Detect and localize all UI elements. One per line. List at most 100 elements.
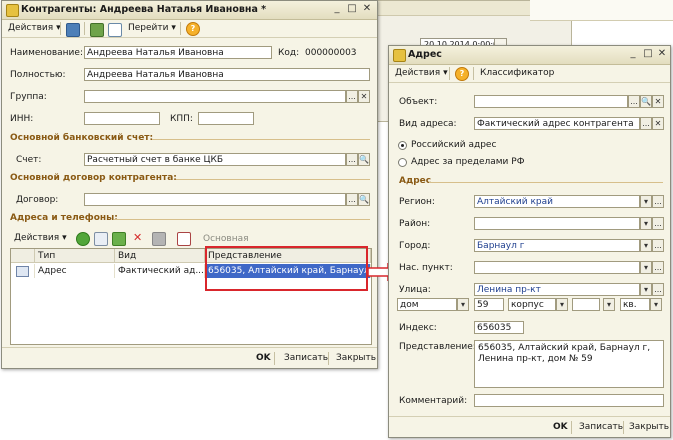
footer-separator	[274, 352, 275, 365]
representation-field[interactable]: 656035, Алтайский край, Барнаул г, Ленин…	[474, 340, 664, 388]
goto-menu[interactable]: Перейти ▾	[128, 23, 176, 33]
russian-address-radio[interactable]	[398, 141, 407, 150]
russian-address-label: Российский адрес	[411, 140, 497, 150]
phone-address-icon	[11, 264, 35, 278]
district-dropdown-icon[interactable]: ▾	[640, 217, 652, 230]
group-field[interactable]	[84, 90, 346, 103]
locality-select-button[interactable]: ...	[652, 261, 664, 274]
locality-label: Нас. пункт:	[399, 263, 453, 273]
house-type-select[interactable]: дом	[397, 298, 457, 311]
city-dropdown-icon[interactable]: ▾	[640, 239, 652, 252]
object-field[interactable]	[474, 95, 628, 108]
no-filter-icon[interactable]	[177, 232, 191, 246]
korpus-type-select[interactable]: корпус	[508, 298, 556, 311]
classifier-button[interactable]: Классификатор	[480, 68, 554, 78]
object-clear-icon[interactable]: ✕	[652, 95, 664, 108]
region-field[interactable]: Алтайский край	[474, 195, 640, 208]
street-field[interactable]: Ленина пр-кт	[474, 283, 640, 296]
inn-field[interactable]	[84, 112, 160, 125]
contract-select-button[interactable]: ...	[346, 193, 358, 206]
locality-dropdown-icon[interactable]: ▾	[640, 261, 652, 274]
district-select-button[interactable]: ...	[652, 217, 664, 230]
close-icon[interactable]: ✕	[656, 49, 668, 60]
close-button[interactable]: Закрыть	[629, 422, 669, 432]
korpus-number-field[interactable]	[572, 298, 600, 311]
address-kind-field[interactable]: Фактический адрес контрагента	[474, 117, 640, 130]
help-icon[interactable]: ?	[455, 67, 469, 81]
group-select-button[interactable]: ...	[346, 90, 358, 103]
edit-row-icon[interactable]	[112, 232, 126, 246]
counterparty-titlebar: Контрагенты: Андреева Наталья Ивановна *…	[2, 1, 377, 20]
ok-button[interactable]: OK	[256, 353, 271, 363]
goto-menu-label: Перейти	[128, 23, 169, 33]
close-icon[interactable]: ✕	[361, 4, 373, 15]
index-field[interactable]: 656035	[474, 321, 524, 334]
name-field[interactable]: Андреева Наталья Ивановна	[84, 46, 272, 59]
representation-label: Представление:	[399, 342, 476, 352]
kpp-field[interactable]	[198, 112, 254, 125]
flat-type-spacer-icon[interactable]: ▾	[603, 298, 615, 311]
addresses-actions-menu[interactable]: Действия ▾	[14, 233, 67, 243]
object-select-button[interactable]: ...	[628, 95, 640, 108]
add-row-icon[interactable]	[76, 232, 90, 246]
minimize-icon[interactable]: _	[627, 49, 639, 60]
copy-row-icon[interactable]	[94, 232, 108, 246]
set-main-button[interactable]: Основная	[203, 234, 249, 244]
comment-field[interactable]	[474, 394, 664, 407]
toolbar-separator	[473, 67, 474, 80]
bank-account-header: Основной банковский счет:	[10, 133, 154, 143]
grid-header-kind[interactable]: Вид	[115, 249, 205, 263]
region-select-button[interactable]: ...	[652, 195, 664, 208]
toolbar-separator	[180, 22, 181, 35]
address-kind-clear-icon[interactable]: ✕	[652, 117, 664, 130]
minimize-icon[interactable]: _	[331, 4, 343, 15]
kpp-label: КПП:	[170, 114, 193, 124]
delete-row-icon[interactable]: ✕	[133, 231, 142, 244]
object-open-icon[interactable]: 🔍	[640, 95, 652, 108]
actions-menu[interactable]: Действия ▾	[8, 23, 61, 33]
save-button[interactable]: Записать	[284, 353, 328, 363]
city-field[interactable]: Барнаул г	[474, 239, 640, 252]
save-button[interactable]: Записать	[579, 422, 623, 432]
grid-header-icon	[11, 249, 35, 263]
copy-document-icon[interactable]	[108, 23, 122, 37]
code-label: Код:	[278, 48, 300, 58]
address-kind-select-button[interactable]: ...	[640, 117, 652, 130]
region-dropdown-icon[interactable]: ▾	[640, 195, 652, 208]
foreign-address-radio[interactable]	[398, 158, 407, 167]
toolbar-separator	[84, 22, 85, 35]
street-select-button[interactable]: ...	[652, 283, 664, 296]
account-field[interactable]: Расчетный счет в банке ЦКБ	[84, 153, 346, 166]
flat-type-dropdown-icon[interactable]: ▾	[650, 298, 662, 311]
help-icon[interactable]: ?	[186, 22, 200, 36]
full-name-field[interactable]: Андреева Наталья Ивановна	[84, 68, 370, 81]
reload-icon[interactable]	[90, 23, 104, 37]
window-app-icon	[393, 49, 406, 62]
locality-field[interactable]	[474, 261, 640, 274]
street-dropdown-icon[interactable]: ▾	[640, 283, 652, 296]
close-button[interactable]: Закрыть	[336, 353, 376, 363]
address-footer: OK Записать Закрыть	[389, 416, 670, 437]
save-close-icon[interactable]	[66, 23, 80, 37]
address-toolbar: Действия ▾ ? Классификатор	[389, 65, 670, 83]
account-open-icon[interactable]: 🔍	[358, 153, 370, 166]
contract-open-icon[interactable]: 🔍	[358, 193, 370, 206]
flat-type-select[interactable]: кв.	[620, 298, 650, 311]
maximize-icon[interactable]: □	[346, 4, 358, 15]
grid-header-type[interactable]: Тип	[35, 249, 115, 263]
end-edit-icon[interactable]	[152, 232, 166, 246]
maximize-icon[interactable]: □	[642, 49, 654, 60]
actions-menu-label: Действия	[8, 23, 54, 33]
ok-button[interactable]: OK	[553, 422, 568, 432]
house-type-dropdown-icon[interactable]: ▾	[457, 298, 469, 311]
korpus-type-dropdown-icon[interactable]: ▾	[556, 298, 568, 311]
city-select-button[interactable]: ...	[652, 239, 664, 252]
code-field[interactable]: 000000003	[302, 46, 370, 59]
account-select-button[interactable]: ...	[346, 153, 358, 166]
group-clear-icon[interactable]: ✕	[358, 90, 370, 103]
district-field[interactable]	[474, 217, 640, 230]
address-actions-menu[interactable]: Действия ▾	[395, 68, 448, 78]
contract-field[interactable]	[84, 193, 346, 206]
dropdown-arrow-icon: ▾	[443, 68, 448, 78]
house-number-field[interactable]: 59	[474, 298, 504, 311]
